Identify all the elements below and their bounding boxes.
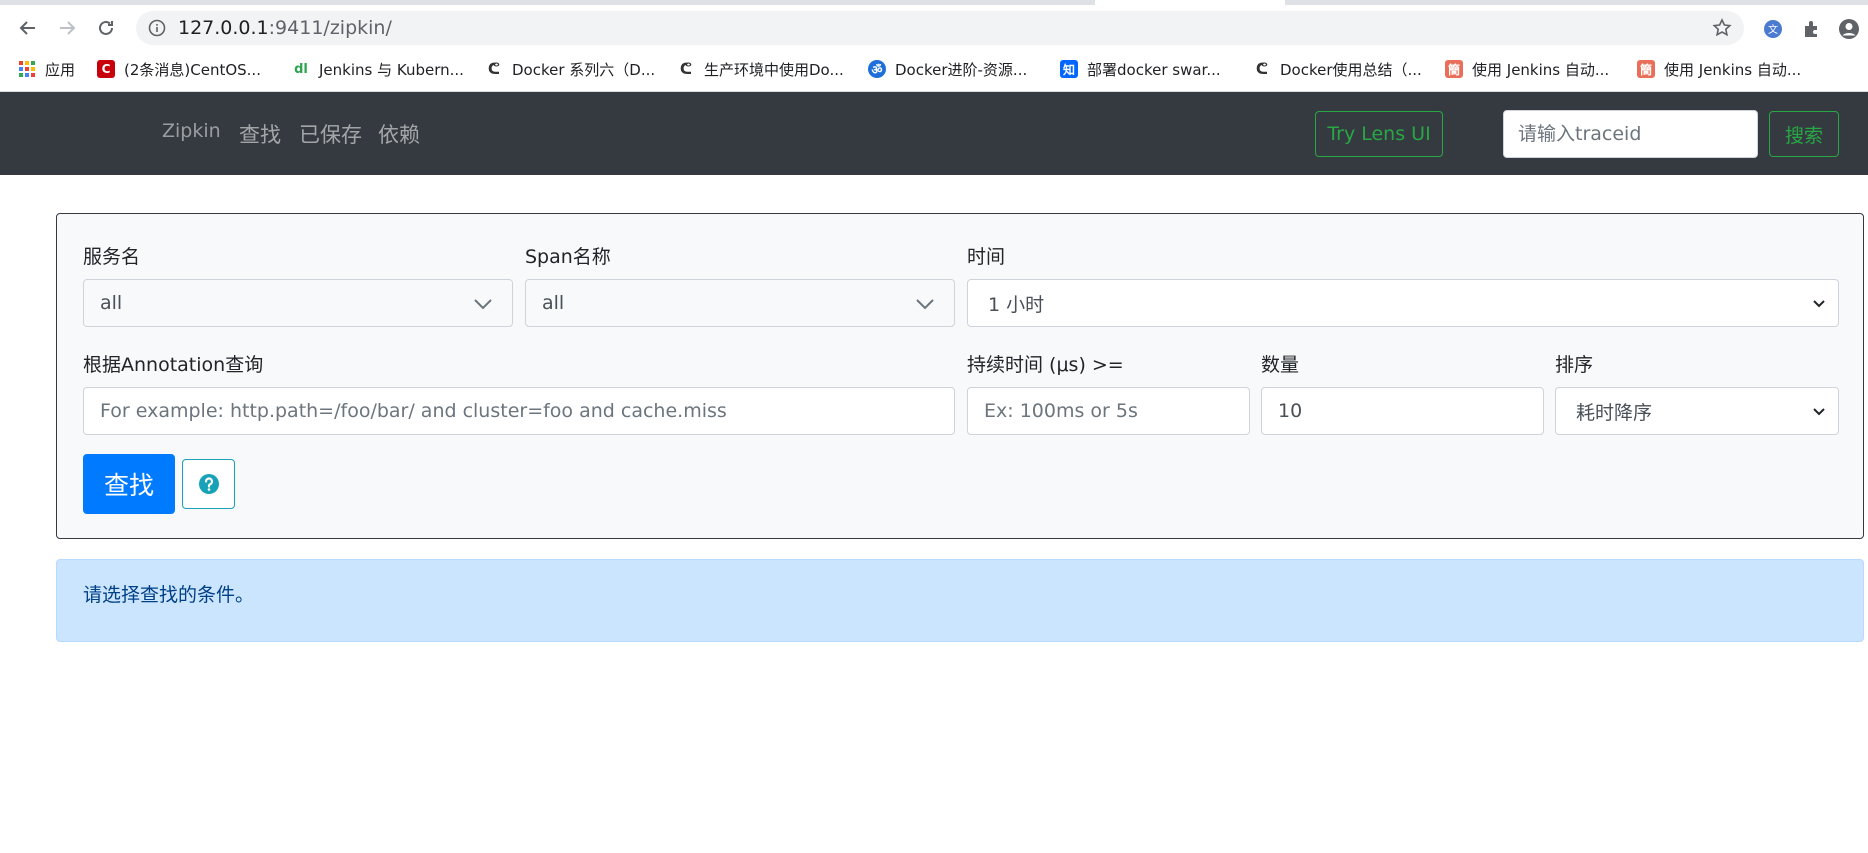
- url-path: :9411/zipkin/: [268, 17, 392, 39]
- address-bar[interactable]: 127.0.0.1:9411/zipkin/: [136, 11, 1744, 45]
- chevron-down-icon: [474, 299, 492, 310]
- bookmark-label: 应用: [45, 60, 76, 79]
- dlq-icon: dl: [294, 61, 308, 77]
- browser-chrome: 127.0.0.1:9411/zipkin/ 文 应用 C (2条消息)Cent…: [0, 0, 1868, 92]
- fish-icon: ᕦ: [1255, 60, 1269, 78]
- bookmark-docker-summary[interactable]: ᕦ Docker使用总结（...: [1253, 57, 1422, 81]
- bookmark-label: 使用 Jenkins 自动...: [1472, 60, 1610, 79]
- csdn-icon: C: [97, 60, 115, 78]
- traceid-input[interactable]: [1503, 110, 1758, 158]
- bookmark-label: Docker使用总结（...: [1280, 60, 1422, 79]
- limit-input[interactable]: 10: [1261, 387, 1544, 435]
- time-select[interactable]: 1 小时: [967, 279, 1839, 327]
- traceid-search-button[interactable]: 搜索: [1769, 111, 1839, 157]
- forward-button[interactable]: [51, 12, 83, 44]
- sort-value: 耗时降序: [1576, 401, 1653, 424]
- jianshu-icon: 簡: [1445, 60, 1463, 78]
- min-duration-placeholder: Ex: 100ms or 5s: [984, 400, 1138, 422]
- url-host: 127.0.0.1: [178, 17, 269, 39]
- bookmark-csdn-centos[interactable]: C (2条消息)CentOS...: [97, 57, 261, 81]
- span-name-value: all: [542, 292, 565, 314]
- bookmark-jenkins-kubernetes[interactable]: dl Jenkins 与 Kubern...: [292, 57, 464, 81]
- time-value: 1 小时: [988, 293, 1045, 316]
- zhihu-icon: 知: [1060, 60, 1078, 78]
- back-button[interactable]: [12, 12, 44, 44]
- nav-link-find[interactable]: 查找: [239, 119, 281, 149]
- try-lens-ui-button[interactable]: Try Lens UI: [1315, 111, 1443, 157]
- apps-grid-icon: [19, 61, 35, 77]
- service-name-select[interactable]: all: [83, 279, 513, 327]
- bookmark-docker-swarm[interactable]: 知 部署docker swar...: [1060, 57, 1221, 81]
- url-text[interactable]: 127.0.0.1:9411/zipkin/: [178, 17, 392, 39]
- bookmark-docker-advanced[interactable]: ॐ Docker进阶-资源...: [868, 57, 1027, 81]
- bookmark-production-docker[interactable]: ᕦ 生产环境中使用Do...: [677, 57, 844, 81]
- profile-avatar-icon[interactable]: [1838, 18, 1860, 40]
- sort-label: 排序: [1555, 354, 1594, 376]
- caret-down-icon: [1813, 300, 1825, 308]
- jianshu-icon: 簡: [1637, 60, 1655, 78]
- time-label: 时间: [967, 246, 1006, 268]
- bookmark-jenkins-auto-1[interactable]: 簡 使用 Jenkins 自动...: [1445, 57, 1609, 81]
- chevron-down-icon: [916, 299, 934, 310]
- bookmark-label: (2条消息)CentOS...: [124, 60, 261, 79]
- arrow-left-icon: [19, 21, 35, 35]
- zipkin-navbar: Zipkin 查找 已保存 依赖 Try Lens UI 搜索: [0, 92, 1868, 175]
- limit-label: 数量: [1261, 354, 1300, 376]
- min-duration-label: 持续时间 (μs) >=: [967, 354, 1124, 376]
- info-alert: 请选择查找的条件。: [56, 559, 1864, 642]
- bookmark-label: Docker 系列六（D...: [512, 60, 656, 79]
- brand-zipkin[interactable]: Zipkin: [162, 120, 221, 142]
- span-name-select[interactable]: all: [525, 279, 955, 327]
- annotation-query-placeholder: For example: http.path=/foo/bar/ and clu…: [100, 400, 727, 422]
- extensions-puzzle-icon[interactable]: [1801, 18, 1823, 40]
- svg-text:文: 文: [1768, 23, 1778, 36]
- question-circle-icon: [198, 474, 219, 494]
- min-duration-input[interactable]: Ex: 100ms or 5s: [967, 387, 1250, 435]
- browser-toolbar: 127.0.0.1:9411/zipkin/ 文: [0, 5, 1868, 51]
- search-form-card: 服务名 all Span名称 all 时间 1 小时 根据Annotation查…: [56, 213, 1864, 539]
- bookmark-label: Jenkins 与 Kubern...: [319, 60, 464, 79]
- bookmark-apps[interactable]: 应用: [18, 57, 75, 81]
- bookmarks-bar: 应用 C (2条消息)CentOS... dl Jenkins 与 Kubern…: [0, 51, 1868, 87]
- bookmark-label: Docker进阶-资源...: [895, 60, 1028, 79]
- fish-icon: ᕦ: [487, 60, 501, 78]
- info-icon[interactable]: [148, 19, 166, 37]
- alert-message: 请选择查找的条件。: [83, 584, 255, 606]
- service-name-value: all: [100, 292, 123, 314]
- limit-value: 10: [1278, 400, 1303, 422]
- fish-icon: ᕦ: [679, 60, 693, 78]
- help-button[interactable]: [182, 459, 235, 509]
- bookmark-label: 部署docker swar...: [1087, 60, 1221, 79]
- nav-link-saved[interactable]: 已保存: [299, 119, 362, 149]
- caret-down-icon: [1813, 408, 1825, 416]
- span-name-label: Span名称: [525, 246, 611, 268]
- arrow-right-icon: [60, 21, 76, 35]
- reload-button[interactable]: [90, 12, 122, 44]
- find-traces-button[interactable]: 查找: [83, 454, 175, 514]
- bookmark-star-icon[interactable]: [1712, 18, 1732, 38]
- nav-link-dependencies[interactable]: 依赖: [378, 119, 420, 149]
- om-icon: ॐ: [868, 60, 886, 78]
- translate-extension-icon[interactable]: 文: [1762, 18, 1784, 40]
- bookmark-label: 使用 Jenkins 自动...: [1664, 60, 1802, 79]
- service-name-label: 服务名: [83, 246, 141, 268]
- sort-select[interactable]: 耗时降序: [1555, 387, 1839, 435]
- annotation-query-input[interactable]: For example: http.path=/foo/bar/ and clu…: [83, 387, 955, 435]
- bookmark-label: 生产环境中使用Do...: [704, 60, 844, 79]
- bookmark-jenkins-auto-2[interactable]: 簡 使用 Jenkins 自动...: [1637, 57, 1801, 81]
- annotation-query-label: 根据Annotation查询: [83, 354, 264, 376]
- reload-icon: [99, 20, 113, 35]
- bookmark-docker-series-six[interactable]: ᕦ Docker 系列六（D...: [485, 57, 655, 81]
